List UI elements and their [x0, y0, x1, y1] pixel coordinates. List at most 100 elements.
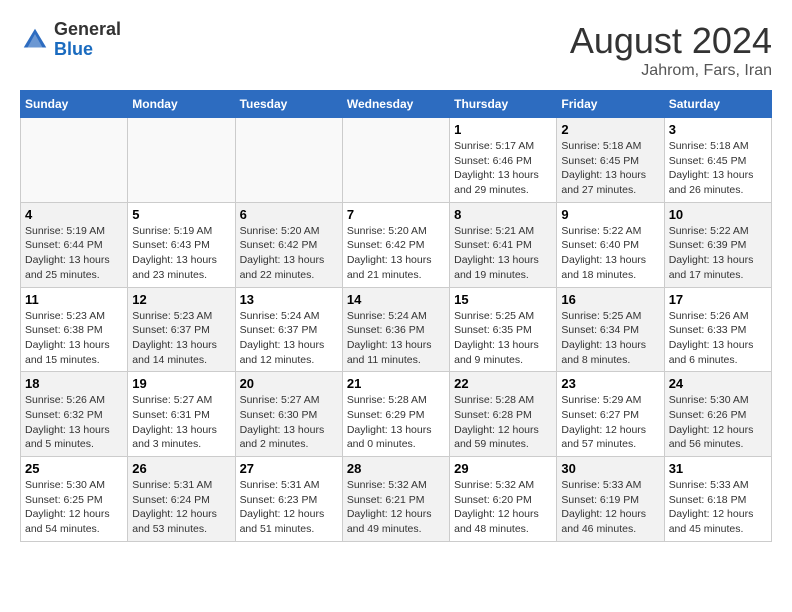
- calendar-cell: 17 Sunrise: 5:26 AM Sunset: 6:33 PM Dayli…: [664, 287, 771, 372]
- calendar-cell: 22 Sunrise: 5:28 AM Sunset: 6:28 PM Dayli…: [450, 372, 557, 457]
- day-info: Sunrise: 5:25 AM Sunset: 6:34 PM Dayligh…: [561, 309, 659, 368]
- day-number: 2: [561, 122, 659, 137]
- day-number: 9: [561, 207, 659, 222]
- day-info: Sunrise: 5:24 AM Sunset: 6:36 PM Dayligh…: [347, 309, 445, 368]
- location: Jahrom, Fars, Iran: [570, 62, 772, 80]
- day-info: Sunrise: 5:23 AM Sunset: 6:37 PM Dayligh…: [132, 309, 230, 368]
- calendar-cell: 2 Sunrise: 5:18 AM Sunset: 6:45 PM Daylig…: [557, 118, 664, 203]
- day-info: Sunrise: 5:18 AM Sunset: 6:45 PM Dayligh…: [561, 139, 659, 198]
- day-info: Sunrise: 5:26 AM Sunset: 6:33 PM Dayligh…: [669, 309, 767, 368]
- day-info: Sunrise: 5:27 AM Sunset: 6:30 PM Dayligh…: [240, 393, 338, 452]
- weekday-header: Friday: [557, 91, 664, 118]
- day-info: Sunrise: 5:32 AM Sunset: 6:20 PM Dayligh…: [454, 478, 552, 537]
- calendar-cell: [235, 118, 342, 203]
- day-number: 18: [25, 376, 123, 391]
- day-number: 8: [454, 207, 552, 222]
- calendar-cell: 11 Sunrise: 5:23 AM Sunset: 6:38 PM Dayli…: [21, 287, 128, 372]
- day-number: 17: [669, 292, 767, 307]
- day-info: Sunrise: 5:27 AM Sunset: 6:31 PM Dayligh…: [132, 393, 230, 452]
- calendar-cell: 16 Sunrise: 5:25 AM Sunset: 6:34 PM Dayli…: [557, 287, 664, 372]
- calendar-cell: 10Sunrise: 5:22 AM Sunset: 6:39 PM Dayli…: [664, 202, 771, 287]
- calendar-cell: 19 Sunrise: 5:27 AM Sunset: 6:31 PM Dayli…: [128, 372, 235, 457]
- day-info: Sunrise: 5:22 AM Sunset: 6:39 PM Dayligh…: [669, 224, 767, 283]
- calendar-cell: 18Sunrise: 5:26 AM Sunset: 6:32 PM Dayli…: [21, 372, 128, 457]
- calendar-cell: 3Sunrise: 5:18 AM Sunset: 6:45 PM Daylig…: [664, 118, 771, 203]
- day-number: 22: [454, 376, 552, 391]
- day-number: 16: [561, 292, 659, 307]
- calendar-cell: [342, 118, 449, 203]
- calendar-cell: 24Sunrise: 5:30 AM Sunset: 6:26 PM Dayli…: [664, 372, 771, 457]
- calendar-cell: 1Sunrise: 5:17 AM Sunset: 6:46 PM Daylig…: [450, 118, 557, 203]
- day-info: Sunrise: 5:31 AM Sunset: 6:24 PM Dayligh…: [132, 478, 230, 537]
- calendar-cell: 14 Sunrise: 5:24 AM Sunset: 6:36 PM Dayli…: [342, 287, 449, 372]
- calendar-cell: 12 Sunrise: 5:23 AM Sunset: 6:37 PM Dayli…: [128, 287, 235, 372]
- calendar-cell: 7 Sunrise: 5:20 AM Sunset: 6:42 PM Daylig…: [342, 202, 449, 287]
- day-info: Sunrise: 5:19 AM Sunset: 6:44 PM Dayligh…: [25, 224, 123, 283]
- weekday-header-row: SundayMondayTuesdayWednesdayThursdayFrid…: [21, 91, 772, 118]
- calendar-cell: 4Sunrise: 5:19 AM Sunset: 6:44 PM Daylig…: [21, 202, 128, 287]
- day-info: Sunrise: 5:25 AM Sunset: 6:35 PM Dayligh…: [454, 309, 552, 368]
- day-number: 6: [240, 207, 338, 222]
- title-area: August 2024 Jahrom, Fars, Iran: [570, 20, 772, 80]
- day-number: 23: [561, 376, 659, 391]
- day-number: 19: [132, 376, 230, 391]
- logo-text: General Blue: [54, 20, 121, 60]
- day-number: 5: [132, 207, 230, 222]
- day-number: 30: [561, 461, 659, 476]
- calendar-cell: 20 Sunrise: 5:27 AM Sunset: 6:30 PM Dayli…: [235, 372, 342, 457]
- day-number: 14: [347, 292, 445, 307]
- calendar-cell: 28 Sunrise: 5:32 AM Sunset: 6:21 PM Dayli…: [342, 457, 449, 542]
- calendar-week-row: 1Sunrise: 5:17 AM Sunset: 6:46 PM Daylig…: [21, 118, 772, 203]
- day-number: 7: [347, 207, 445, 222]
- weekday-header: Tuesday: [235, 91, 342, 118]
- calendar-cell: 27 Sunrise: 5:31 AM Sunset: 6:23 PM Dayli…: [235, 457, 342, 542]
- day-number: 12: [132, 292, 230, 307]
- weekday-header: Wednesday: [342, 91, 449, 118]
- calendar-week-row: 25 Sunrise: 5:30 AM Sunset: 6:25 PM Dayli…: [21, 457, 772, 542]
- calendar-table: SundayMondayTuesdayWednesdayThursdayFrid…: [20, 90, 772, 542]
- day-info: Sunrise: 5:18 AM Sunset: 6:45 PM Dayligh…: [669, 139, 767, 198]
- day-info: Sunrise: 5:30 AM Sunset: 6:26 PM Dayligh…: [669, 393, 767, 452]
- day-number: 1: [454, 122, 552, 137]
- day-info: Sunrise: 5:32 AM Sunset: 6:21 PM Dayligh…: [347, 478, 445, 537]
- calendar-cell: 6 Sunrise: 5:20 AM Sunset: 6:42 PM Daylig…: [235, 202, 342, 287]
- day-number: 15: [454, 292, 552, 307]
- day-number: 11: [25, 292, 123, 307]
- day-info: Sunrise: 5:33 AM Sunset: 6:18 PM Dayligh…: [669, 478, 767, 537]
- calendar-cell: 23 Sunrise: 5:29 AM Sunset: 6:27 PM Dayli…: [557, 372, 664, 457]
- day-info: Sunrise: 5:29 AM Sunset: 6:27 PM Dayligh…: [561, 393, 659, 452]
- calendar-cell: 5 Sunrise: 5:19 AM Sunset: 6:43 PM Daylig…: [128, 202, 235, 287]
- page-header: General Blue August 2024 Jahrom, Fars, I…: [20, 20, 772, 80]
- calendar-cell: 26 Sunrise: 5:31 AM Sunset: 6:24 PM Dayli…: [128, 457, 235, 542]
- day-info: Sunrise: 5:20 AM Sunset: 6:42 PM Dayligh…: [347, 224, 445, 283]
- day-number: 26: [132, 461, 230, 476]
- calendar-cell: 8 Sunrise: 5:21 AM Sunset: 6:41 PM Daylig…: [450, 202, 557, 287]
- logo-general: General: [54, 20, 121, 40]
- weekday-header: Thursday: [450, 91, 557, 118]
- calendar-cell: [128, 118, 235, 203]
- day-info: Sunrise: 5:28 AM Sunset: 6:28 PM Dayligh…: [454, 393, 552, 452]
- calendar-cell: 15 Sunrise: 5:25 AM Sunset: 6:35 PM Dayli…: [450, 287, 557, 372]
- day-info: Sunrise: 5:23 AM Sunset: 6:38 PM Dayligh…: [25, 309, 123, 368]
- day-info: Sunrise: 5:24 AM Sunset: 6:37 PM Dayligh…: [240, 309, 338, 368]
- day-info: Sunrise: 5:20 AM Sunset: 6:42 PM Dayligh…: [240, 224, 338, 283]
- day-number: 20: [240, 376, 338, 391]
- day-info: Sunrise: 5:28 AM Sunset: 6:29 PM Dayligh…: [347, 393, 445, 452]
- day-number: 28: [347, 461, 445, 476]
- day-info: Sunrise: 5:21 AM Sunset: 6:41 PM Dayligh…: [454, 224, 552, 283]
- logo: General Blue: [20, 20, 121, 60]
- weekday-header: Sunday: [21, 91, 128, 118]
- day-info: Sunrise: 5:19 AM Sunset: 6:43 PM Dayligh…: [132, 224, 230, 283]
- day-info: Sunrise: 5:31 AM Sunset: 6:23 PM Dayligh…: [240, 478, 338, 537]
- day-number: 29: [454, 461, 552, 476]
- weekday-header: Saturday: [664, 91, 771, 118]
- calendar-week-row: 4Sunrise: 5:19 AM Sunset: 6:44 PM Daylig…: [21, 202, 772, 287]
- day-number: 25: [25, 461, 123, 476]
- day-number: 31: [669, 461, 767, 476]
- calendar-week-row: 18Sunrise: 5:26 AM Sunset: 6:32 PM Dayli…: [21, 372, 772, 457]
- calendar-cell: 30Sunrise: 5:33 AM Sunset: 6:19 PM Dayli…: [557, 457, 664, 542]
- logo-icon: [20, 25, 50, 55]
- day-info: Sunrise: 5:30 AM Sunset: 6:25 PM Dayligh…: [25, 478, 123, 537]
- day-number: 27: [240, 461, 338, 476]
- calendar-cell: [21, 118, 128, 203]
